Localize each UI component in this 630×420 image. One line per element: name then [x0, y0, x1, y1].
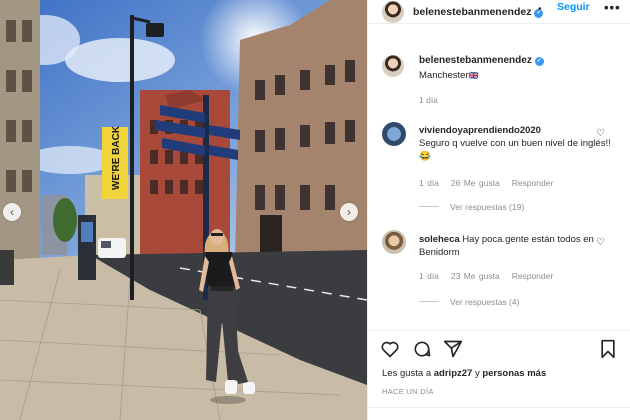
view-replies-label[interactable]: Ver respuestas (4)	[450, 297, 519, 307]
heart-icon[interactable]	[380, 339, 400, 359]
location-name: Manchester	[419, 70, 469, 81]
comment-likes[interactable]: 23 Me gusta	[451, 271, 500, 281]
avatar[interactable]	[382, 1, 404, 23]
comment-avatar[interactable]	[382, 230, 406, 254]
likes-user[interactable]: adripz27	[434, 368, 473, 379]
verified-icon: ✓	[534, 57, 544, 66]
header-separator: •	[538, 4, 542, 15]
likes-mid: y	[474, 368, 480, 379]
caption-username[interactable]: belenestebanmenendez	[419, 55, 532, 66]
comment-username[interactable]: soleheca	[419, 234, 460, 245]
comment-time: 1 día	[419, 271, 439, 281]
follow-button[interactable]: Seguir	[557, 1, 590, 13]
caption-avatar[interactable]	[382, 55, 404, 77]
more-options-icon[interactable]: •••	[604, 0, 621, 15]
chevron-left-icon[interactable]: ‹	[3, 203, 21, 221]
comment-body: soleheca Hay poca.gente están todos en B…	[419, 233, 614, 259]
reply-button[interactable]: Responder	[512, 178, 554, 188]
comment-meta: 1 día 23 Me gusta Responder	[419, 271, 565, 281]
comment-username[interactable]: viviendoyaprendiendo2020	[419, 125, 541, 136]
header-username[interactable]: belenestebanmenendez	[413, 6, 531, 18]
share-icon[interactable]	[443, 339, 463, 359]
view-replies[interactable]: Ver respuestas (4)	[419, 297, 519, 307]
likes-others[interactable]: personas más	[482, 368, 546, 379]
reply-button[interactable]: Responder	[512, 271, 554, 281]
bookmark-icon[interactable]	[598, 339, 618, 359]
action-bar: Les gusta a adripz27 y personas más HACE…	[368, 330, 630, 420]
chevron-right-icon[interactable]: ›	[340, 203, 358, 221]
post-header: belenestebanmenendez ✓ • Seguir •••	[368, 0, 630, 24]
comment-meta: 1 día 26 Me gusta Responder	[419, 178, 565, 188]
comment-like-heart-icon[interactable]: ♡	[596, 128, 605, 139]
comment-icon[interactable]	[412, 339, 432, 359]
post-photo: WE'RE BACK ‹ ›	[0, 0, 367, 420]
comment-like-heart-icon[interactable]: ♡	[596, 237, 605, 248]
banner-text: WE'RE BACK	[111, 125, 122, 190]
likes-summary: Les gusta a adripz27 y personas más	[382, 368, 546, 379]
post-sidebar: belenestebanmenendez ✓ • Seguir ••• belen…	[367, 0, 630, 420]
caption-time: 1 día	[419, 95, 438, 105]
comment-likes[interactable]: 26 Me gusta	[451, 178, 500, 188]
comment-body: viviendoyaprendiendo2020 Seguro q vuelve…	[419, 124, 614, 163]
view-replies-label[interactable]: Ver respuestas (19)	[450, 202, 524, 212]
likes-prefix: Les gusta a	[382, 368, 432, 379]
replies-divider	[419, 206, 439, 207]
comment-avatar[interactable]	[382, 122, 406, 146]
street-scene-image: WE'RE BACK	[0, 0, 367, 420]
location-flag: 🇬🇧	[468, 71, 479, 80]
location-text: Manchester🇬🇧	[419, 70, 479, 81]
comment-text: Seguro q vuelve con un buen nivel de ing…	[419, 138, 611, 162]
divider	[368, 407, 630, 408]
post-time-ago[interactable]: HACE UN DÍA	[382, 387, 434, 396]
replies-divider	[419, 301, 439, 302]
view-replies[interactable]: Ver respuestas (19)	[419, 202, 524, 212]
comment-time: 1 día	[419, 178, 439, 188]
